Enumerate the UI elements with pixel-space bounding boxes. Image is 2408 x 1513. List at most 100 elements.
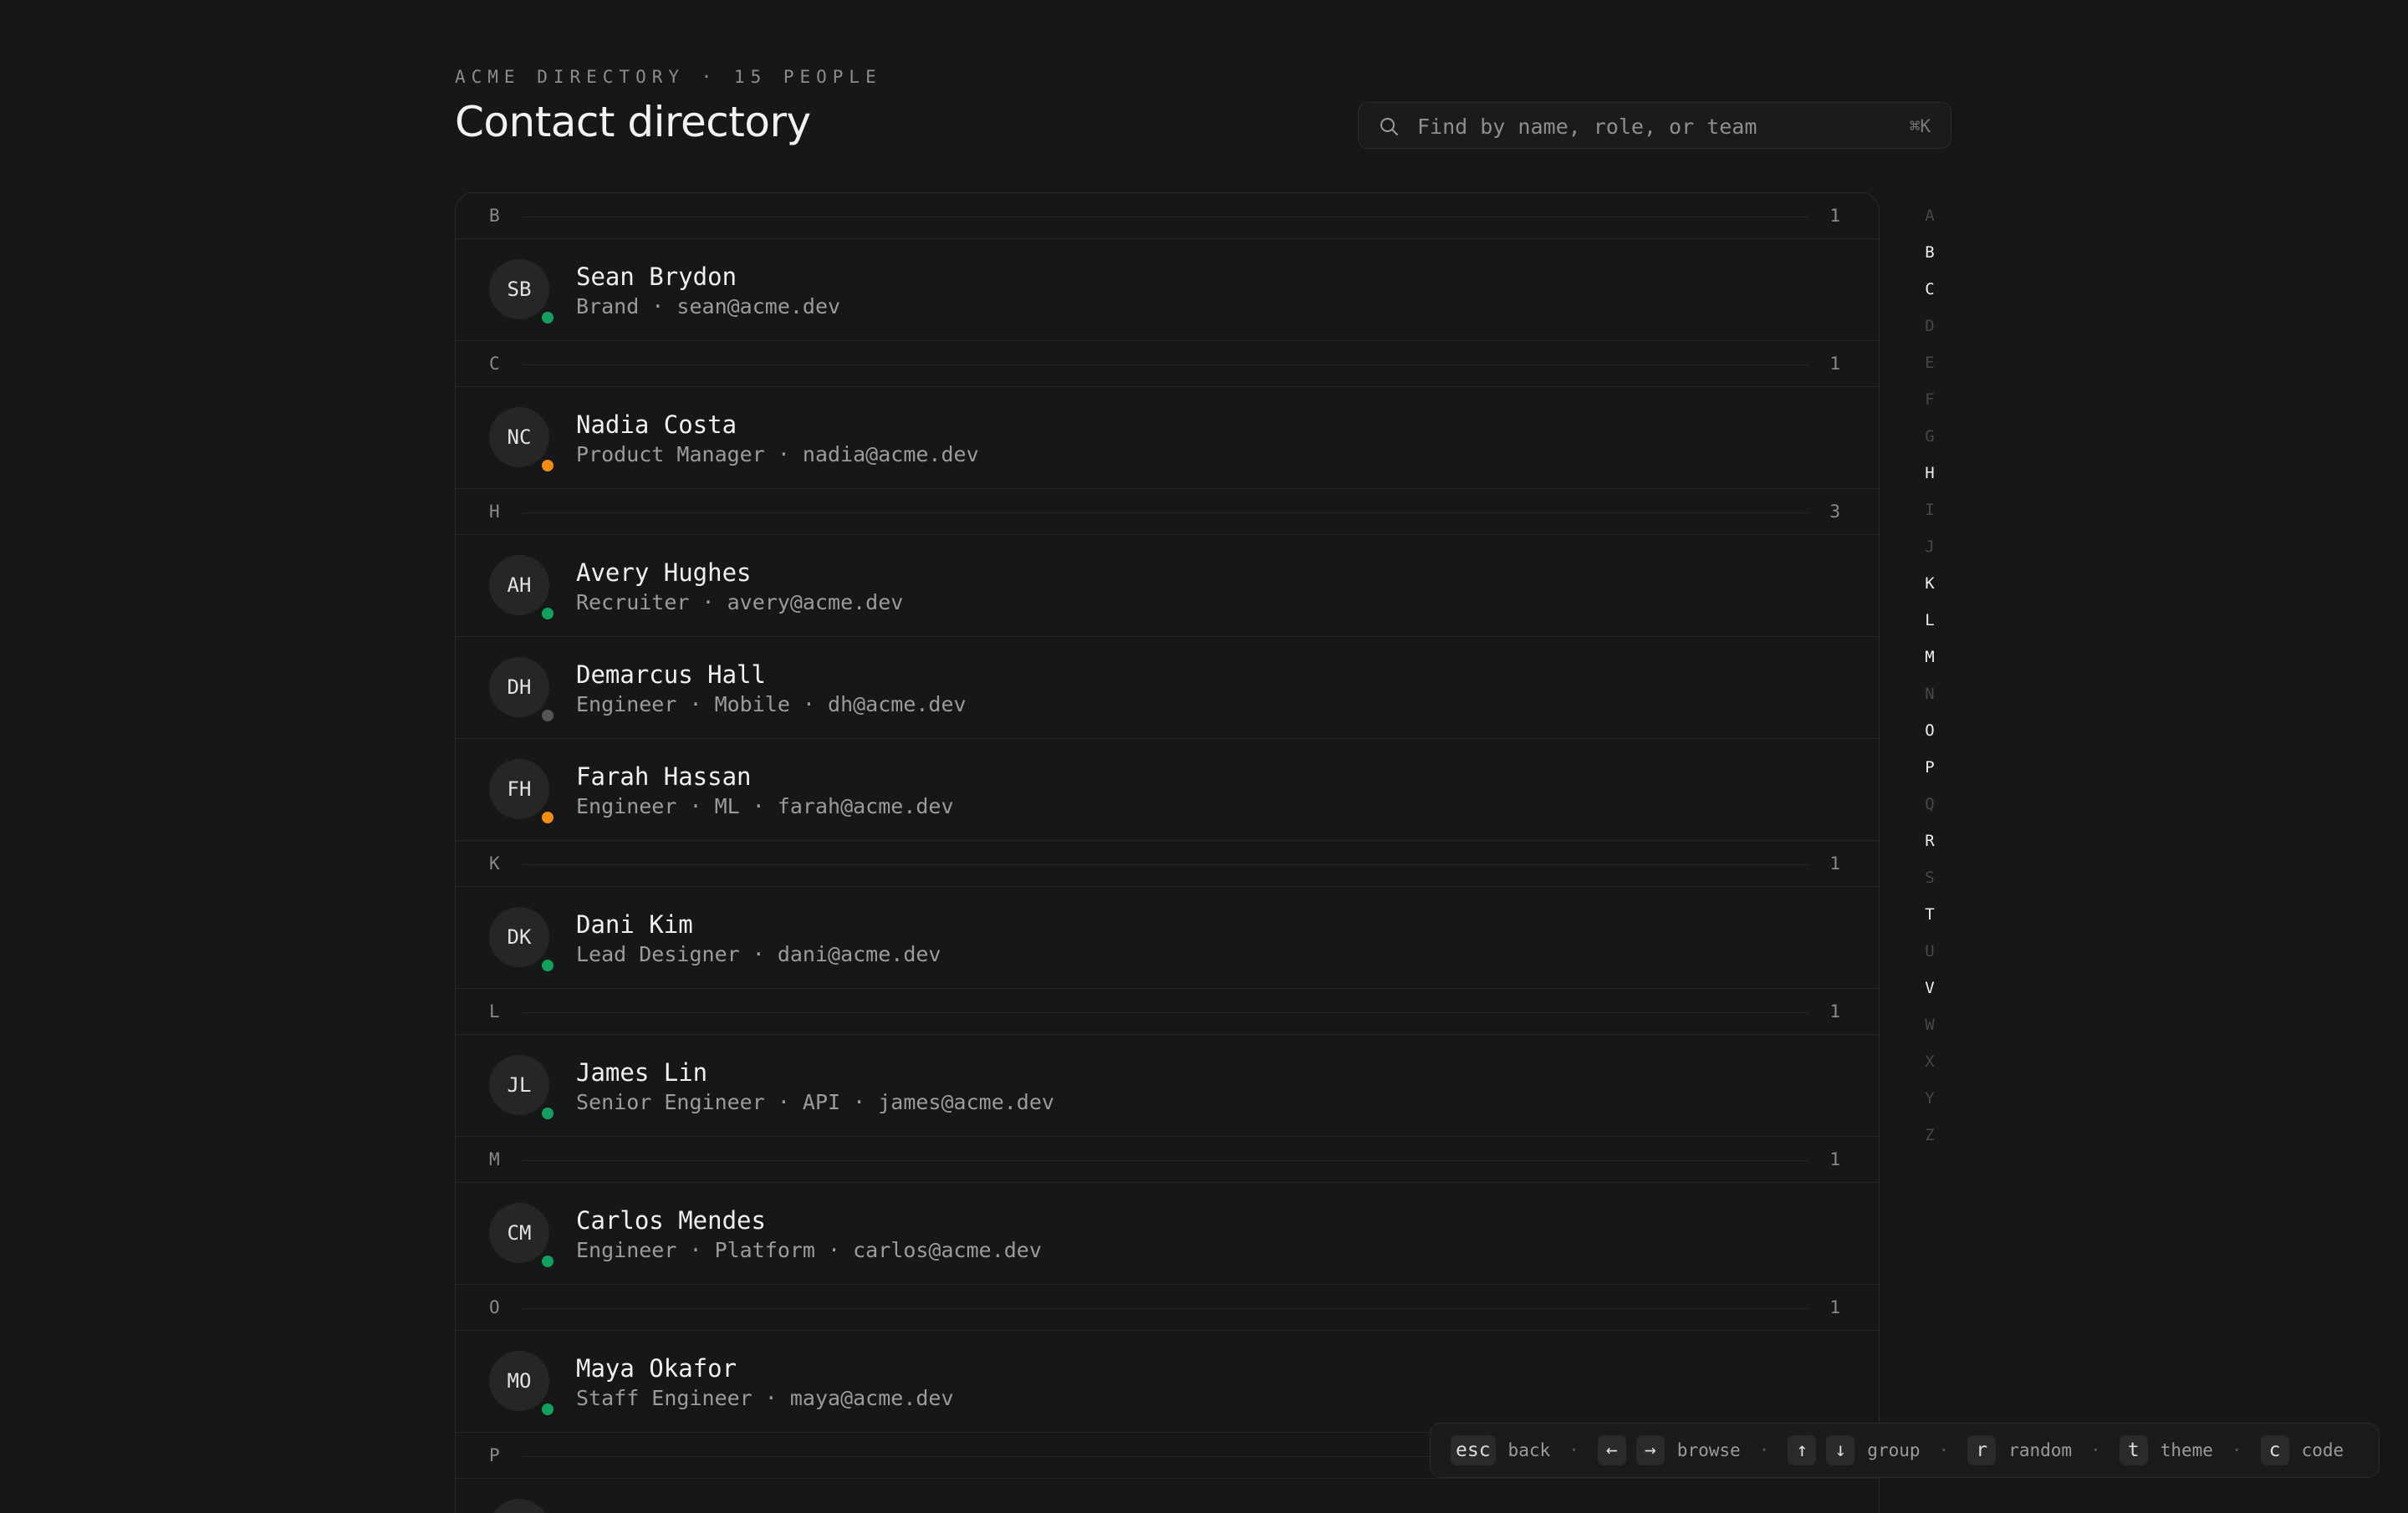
contact-meta: Engineer · Mobile · dh@acme.dev (576, 692, 967, 716)
contact-name: Dani Kim (576, 910, 693, 939)
avatar: JL (489, 1055, 549, 1115)
directory-eyebrow: ACME DIRECTORY · 15 PEOPLE (455, 67, 882, 87)
contact-name: Carlos Mendes (576, 1206, 766, 1235)
status-dot-offline (539, 707, 556, 724)
group-header-k: K1 (456, 841, 1879, 887)
group-count: 1 (1829, 1297, 1840, 1317)
group-header-h: H3 (456, 489, 1879, 535)
group-divider (523, 1160, 1809, 1161)
contact-row-partial[interactable] (456, 1479, 1879, 1513)
alpha-index-a: A (1925, 206, 1935, 225)
key-group-0: ↑ (1788, 1435, 1817, 1465)
alpha-index-e: E (1925, 354, 1935, 372)
alpha-index-s: S (1925, 869, 1935, 887)
hint-label-theme: theme (2160, 1440, 2213, 1460)
contact-meta: Senior Engineer · API · james@acme.dev (576, 1090, 1054, 1114)
key-browse-1: → (1635, 1435, 1665, 1465)
key-group-1: ↓ (1826, 1435, 1855, 1465)
contact-row[interactable]: SB Sean Brydon Brand · sean@acme.dev (456, 239, 1879, 341)
search-input[interactable]: Find by name, role, or team ⌘K (1358, 102, 1951, 149)
contact-meta: Product Manager · nadia@acme.dev (576, 442, 979, 466)
contact-list: B 1 SB Sean Brydon Brand · sean@acme.dev C 1 NC… (455, 192, 1880, 1513)
group-header-b: B1 (456, 193, 1879, 239)
search-placeholder: Find by name, role, or team (1417, 115, 1758, 139)
key-random-0: r (1967, 1435, 1997, 1465)
alpha-index-d: D (1925, 317, 1935, 335)
alpha-index-j: J (1925, 537, 1935, 556)
group-header-l: L1 (456, 989, 1879, 1035)
contact-row[interactable]: DK Dani Kim Lead Designer · dani@acme.dev (456, 887, 1879, 989)
contact-name: James Lin (576, 1058, 708, 1087)
contact-name: Sean Brydon (576, 262, 737, 291)
status-dot-online (539, 605, 556, 622)
group-divider (523, 1308, 1809, 1309)
hint-separator: · (2231, 1440, 2242, 1460)
contact-row[interactable]: FH Farah Hassan Engineer · ML · farah@acme… (456, 739, 1879, 841)
group-count: 1 (1829, 354, 1840, 374)
alpha-index-n: N (1925, 685, 1935, 703)
contact-row[interactable]: AH Avery Hughes Recruiter · avery@acme.dev (456, 535, 1879, 637)
group-divider (523, 864, 1809, 865)
avatar: DH (489, 657, 549, 717)
contact-meta: Engineer · Platform · carlos@acme.dev (576, 1238, 1042, 1262)
keyboard-hints-bar: esc back · ← → browse · ↑ ↓ group · r random · t theme ·… (1430, 1423, 2380, 1478)
group-divider (523, 512, 1809, 513)
contact-meta: Staff Engineer · maya@acme.dev (576, 1386, 954, 1410)
contact-row[interactable]: DH Demarcus Hall Engineer · Mobile · dh@ac… (456, 637, 1879, 739)
status-dot-online (539, 309, 556, 326)
group-count: 1 (1829, 1149, 1840, 1169)
contact-meta: Engineer · ML · farah@acme.dev (576, 794, 954, 818)
alpha-index-p[interactable]: P (1920, 757, 1940, 794)
alpha-index-c[interactable]: C (1920, 279, 1940, 316)
alpha-index-y: Y (1925, 1089, 1935, 1108)
avatar: DK (489, 907, 549, 967)
key-code-0: c (2260, 1435, 2289, 1465)
contact-meta: Lead Designer · dani@acme.dev (576, 942, 941, 966)
hint-label-browse: browse (1676, 1440, 1741, 1460)
contact-meta: Recruiter · avery@acme.dev (576, 590, 904, 614)
group-header-o: O1 (456, 1285, 1879, 1331)
group-count: 1 (1829, 853, 1840, 874)
page-header: ACME DIRECTORY · 15 PEOPLE Contact direc… (455, 67, 1953, 150)
group-letter: O (489, 1297, 500, 1317)
search-icon (1380, 118, 1398, 135)
contact-row[interactable]: CM Carlos Mendes Engineer · Platform · car… (456, 1183, 1879, 1285)
contact-row[interactable]: MO Maya Okafor Staff Engineer · maya@acme.… (456, 1331, 1879, 1433)
contact-row[interactable]: JL James Lin Senior Engineer · API · james… (456, 1035, 1879, 1137)
contact-name: Demarcus Hall (576, 660, 766, 689)
alpha-index-l[interactable]: L (1920, 610, 1940, 647)
alpha-index-f: F (1925, 390, 1935, 409)
contact-meta: Brand · sean@acme.dev (576, 294, 841, 318)
alpha-index-r[interactable]: R (1920, 831, 1940, 868)
contact-name: Avery Hughes (576, 558, 752, 587)
avatar: CM (489, 1203, 549, 1263)
alpha-index-w: W (1925, 1016, 1935, 1034)
group-divider (523, 1012, 1809, 1013)
group-letter: K (489, 853, 500, 874)
group-letter: B (489, 206, 500, 226)
hint-separator: · (1758, 1440, 1770, 1460)
alpha-index-x: X (1925, 1052, 1935, 1071)
alpha-index-m[interactable]: M (1920, 647, 1940, 684)
status-dot-online (539, 1253, 556, 1270)
group-divider (523, 364, 1809, 365)
contact-row[interactable]: NC Nadia Costa Product Manager · nadia@acm… (456, 387, 1879, 489)
alpha-index-u: U (1925, 942, 1935, 960)
alpha-index-h[interactable]: H (1920, 463, 1940, 500)
status-dot-online (539, 957, 556, 974)
hint-separator: · (2090, 1440, 2101, 1460)
alpha-index-o[interactable]: O (1920, 721, 1940, 757)
hint-separator: · (1569, 1440, 1579, 1460)
page-title: Contact directory (455, 98, 811, 146)
alpha-index-v[interactable]: V (1920, 978, 1940, 1015)
hint-separator: · (1938, 1440, 1950, 1460)
key-theme-0: t (2119, 1435, 2148, 1465)
alpha-index-k[interactable]: K (1920, 573, 1940, 610)
group-count: 3 (1829, 502, 1840, 522)
alpha-index-b[interactable]: B (1920, 242, 1940, 279)
status-dot-online (539, 1105, 556, 1122)
alpha-index-t[interactable]: T (1920, 904, 1940, 941)
avatar: FH (489, 759, 549, 819)
alpha-index-q: Q (1925, 795, 1935, 813)
avatar (489, 1499, 549, 1513)
